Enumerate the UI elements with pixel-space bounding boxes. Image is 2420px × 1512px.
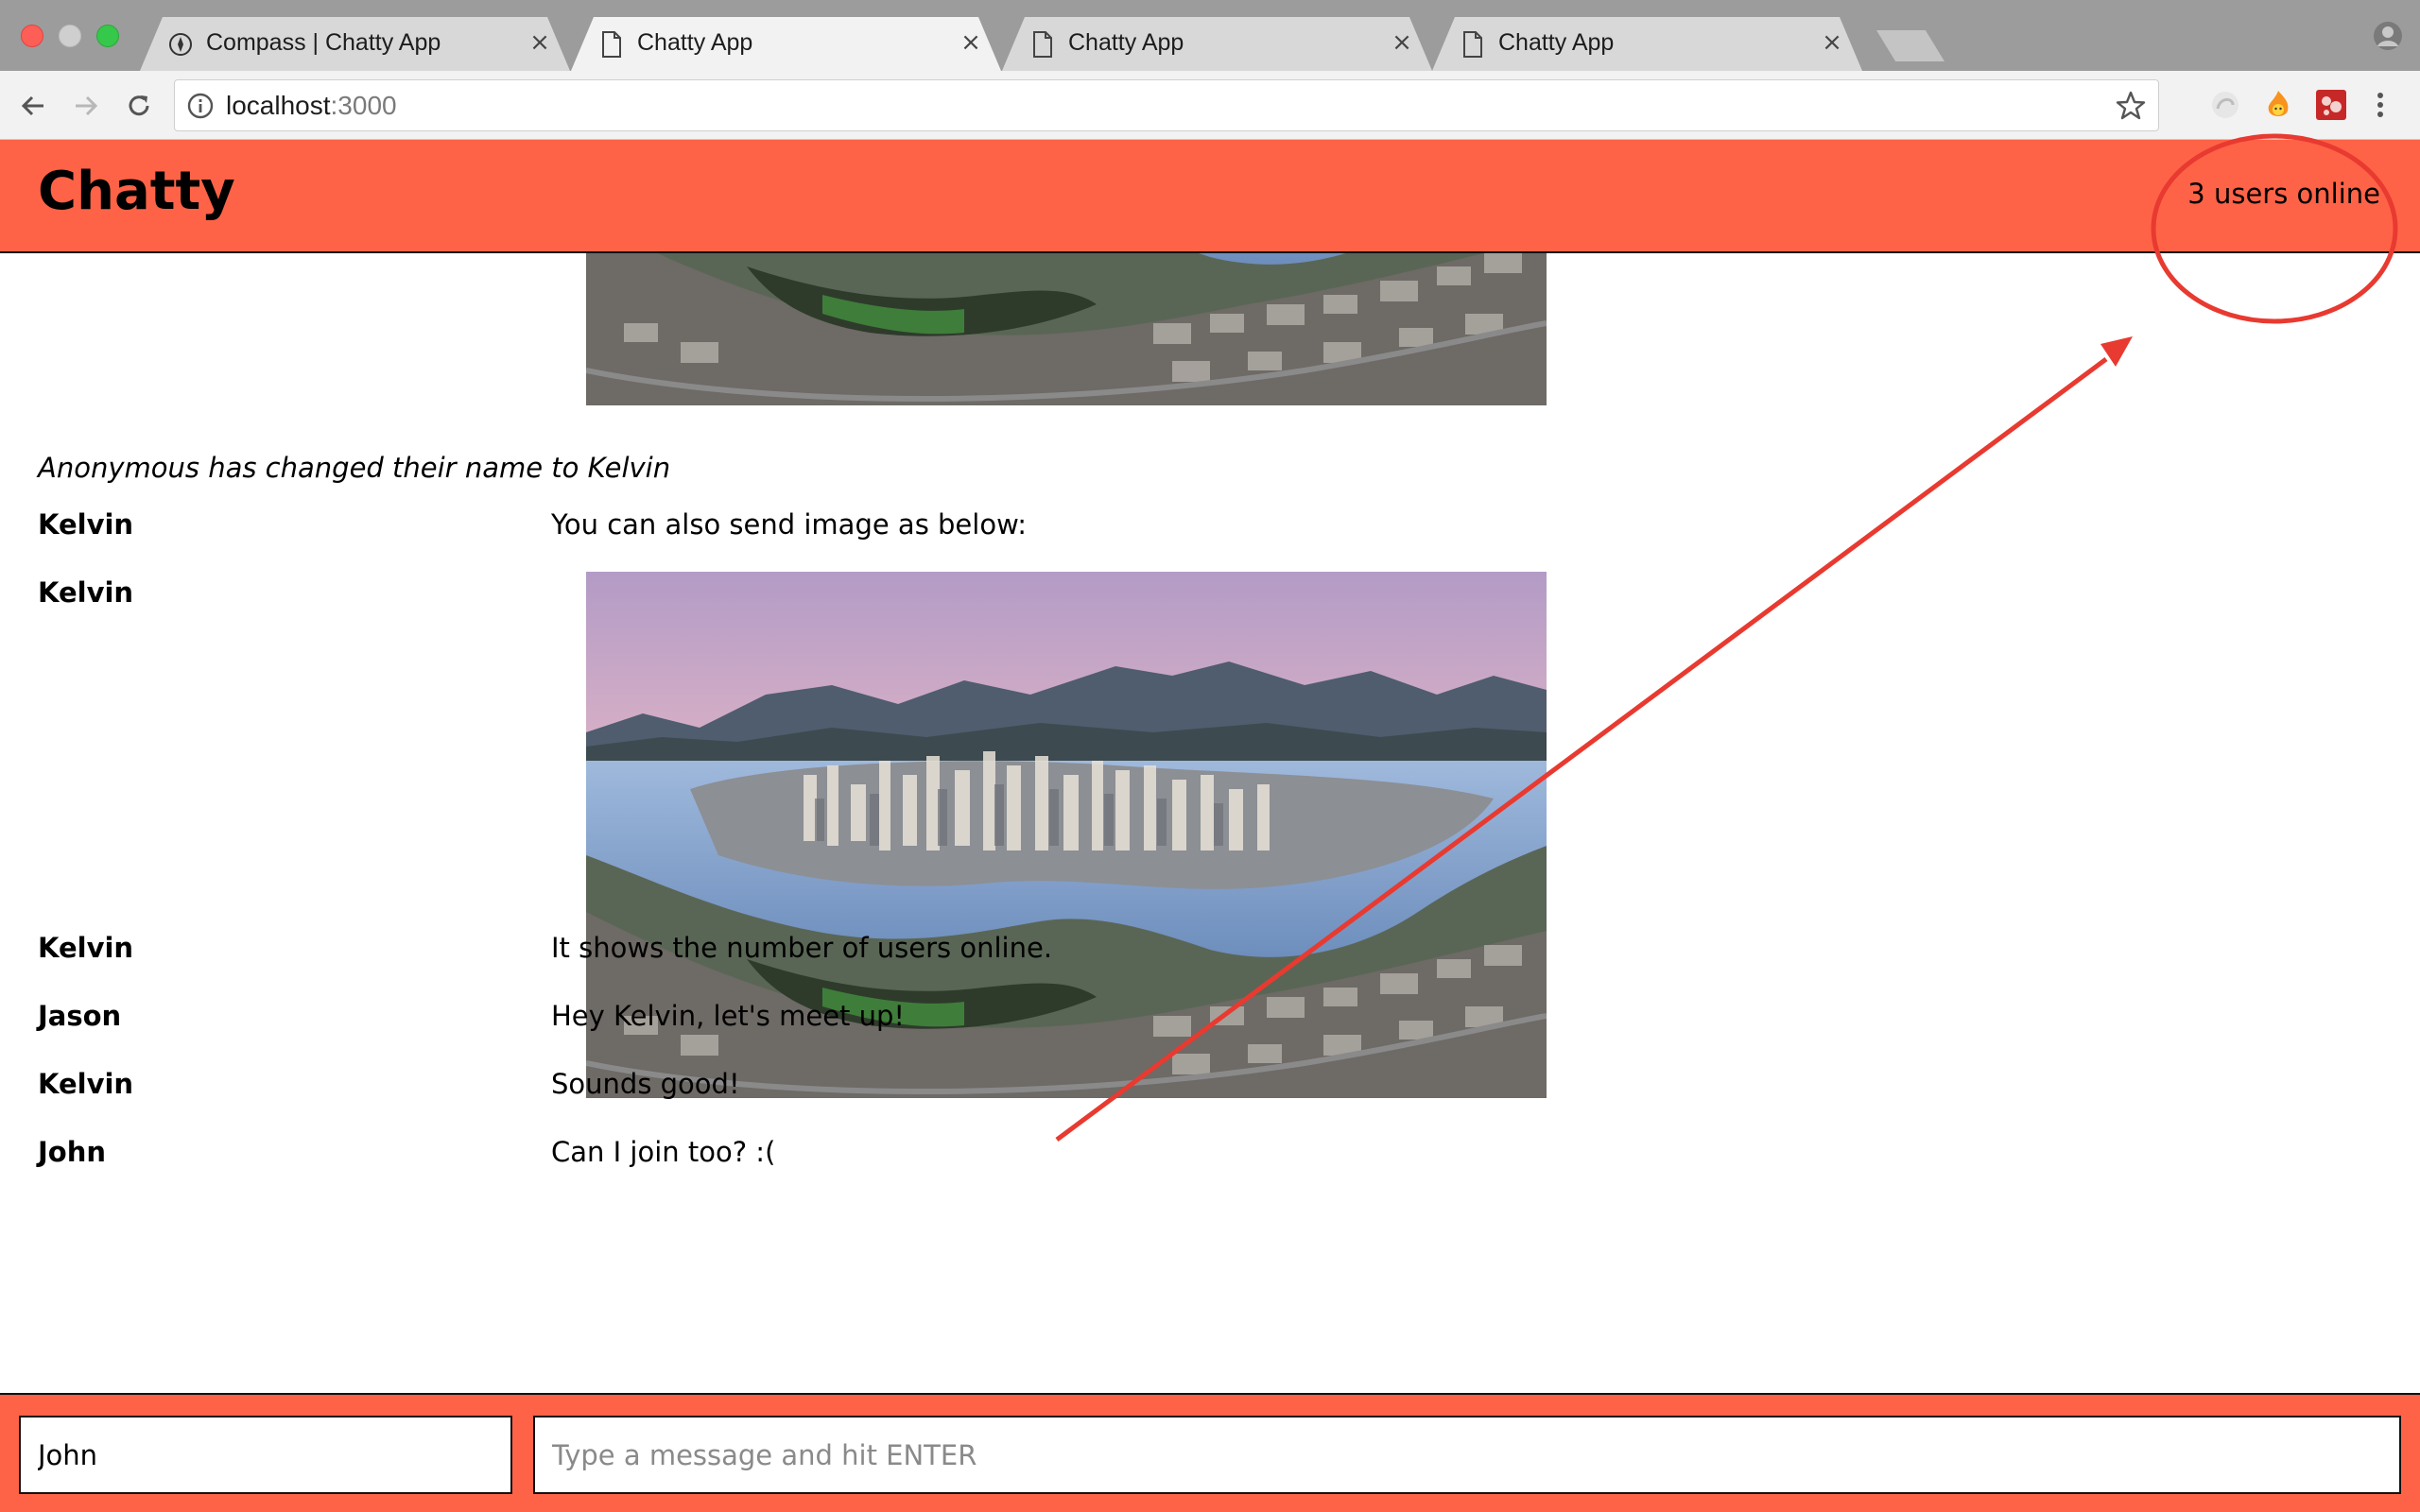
tab-title: Chatty App (1498, 29, 1615, 56)
close-tab-icon[interactable]: × (1819, 28, 1845, 57)
url-host: localhost (226, 91, 331, 120)
back-arrow-icon (21, 95, 43, 116)
back-button[interactable] (15, 88, 51, 124)
new-tab-button[interactable] (1876, 30, 1945, 61)
reload-button[interactable] (121, 88, 157, 124)
browser-tab-1[interactable]: Compass | Chatty App × (140, 17, 570, 71)
message-username: Kelvin (38, 1068, 134, 1100)
minimize-window-button[interactable] (59, 25, 81, 47)
maximize-window-button[interactable] (96, 25, 119, 47)
message-input[interactable] (533, 1416, 2401, 1494)
message-username: Kelvin (38, 932, 134, 964)
tab-title: Chatty App (637, 29, 753, 56)
message-username: Kelvin (38, 508, 134, 541)
address-bar[interactable]: localhost:3000 (174, 79, 2159, 131)
extension-swirl-icon[interactable] (2208, 88, 2242, 122)
compass-icon (168, 30, 193, 59)
browser-tab-2[interactable]: Chatty App × (571, 17, 1001, 71)
extension-red-square-icon[interactable] (2314, 88, 2348, 122)
message-username: Jason (38, 1000, 122, 1032)
info-icon[interactable] (186, 92, 215, 120)
browser-tab-strip: Compass | Chatty App × Chatty App × Chat… (0, 0, 2420, 71)
message-list[interactable]: Anonymous has changed their name to Kelv… (0, 253, 2420, 1393)
document-icon (599, 30, 624, 59)
app-brand[interactable]: Chatty (38, 161, 235, 222)
message-content: It shows the number of users online. (551, 932, 1053, 964)
message-content: Sounds good! (551, 1068, 740, 1100)
bookmark-star-icon[interactable] (2115, 90, 2147, 122)
url-port: :3000 (330, 91, 397, 120)
close-window-button[interactable] (21, 25, 43, 47)
chat-bar (0, 1393, 2420, 1512)
reload-icon (129, 95, 149, 116)
close-tab-icon[interactable]: × (527, 28, 553, 57)
message-content: You can also send image as below: (551, 508, 1027, 541)
profile-icon[interactable] (2373, 21, 2403, 51)
tab-title: Compass | Chatty App (206, 29, 441, 56)
message-username: Kelvin (38, 576, 134, 609)
browser-tab-3[interactable]: Chatty App × (1002, 17, 1432, 71)
browser-toolbar: localhost:3000 (0, 71, 2420, 140)
close-tab-icon[interactable]: × (1389, 28, 1415, 57)
forward-button[interactable] (68, 88, 104, 124)
browser-tab-4[interactable]: Chatty App × (1432, 17, 1862, 71)
url-text: localhost:3000 (226, 91, 397, 121)
system-notification: Anonymous has changed their name to Kelv… (38, 452, 671, 484)
username-input[interactable] (19, 1416, 512, 1494)
extension-flame-icon[interactable] (2261, 88, 2295, 122)
close-tab-icon[interactable]: × (958, 28, 984, 57)
message-content: Hey Kelvin, let's meet up! (551, 1000, 906, 1032)
message-content: Can I join too? :( (551, 1136, 776, 1168)
message-image (586, 253, 1547, 405)
document-icon (1030, 30, 1055, 59)
message-username: John (38, 1136, 107, 1168)
more-menu-icon[interactable] (2367, 88, 2394, 122)
tab-title: Chatty App (1068, 29, 1184, 56)
forward-arrow-icon (76, 95, 98, 116)
document-icon (1461, 30, 1485, 59)
app-navbar: Chatty 3 users online (0, 140, 2420, 253)
users-online-counter: 3 users online (2187, 178, 2380, 210)
